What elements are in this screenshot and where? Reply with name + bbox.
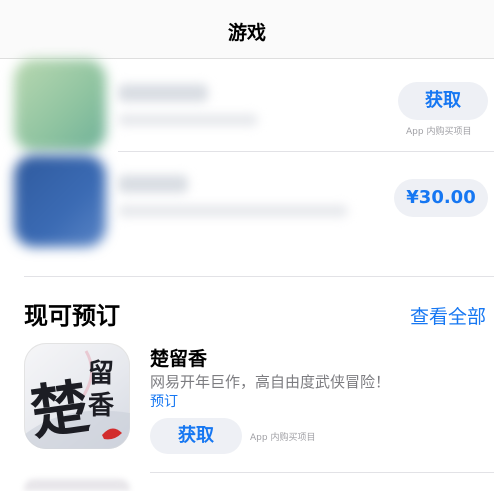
app-row-1-title-blur <box>118 84 208 102</box>
app-row-1-icon <box>14 59 106 151</box>
in-app-purchase-note: App 内购买项目 <box>250 433 316 443</box>
section-separator <box>24 276 494 277</box>
app-row-2-sub-blur <box>118 205 348 217</box>
nav-header: 游戏 <box>0 0 494 59</box>
netease-logo-icon <box>102 428 122 440</box>
get-button[interactable]: 获取 <box>150 418 242 454</box>
section-title: 现可预订 <box>24 302 120 330</box>
app-row-1-sub-blur <box>118 114 258 126</box>
bottom-separator <box>150 472 494 473</box>
next-row-peek <box>24 479 130 491</box>
app-name[interactable]: 楚留香 <box>150 344 207 371</box>
app-subtitle: 网易开年巨作，高自由度武侠冒险！ <box>150 373 391 391</box>
app-row-2-title-blur <box>118 175 188 193</box>
in-app-purchase-note-row-1: App 内购买项目 <box>406 127 472 137</box>
row-separator-1 <box>118 151 494 152</box>
app-row-2-icon <box>14 155 106 247</box>
preorder-label: 预订 <box>150 394 178 410</box>
app-icon-glyph-bottom: 香 <box>88 391 115 421</box>
get-button-row-1[interactable]: 获取 <box>398 82 488 120</box>
page-title: 游戏 <box>227 22 266 44</box>
app-icon[interactable]: 楚 留 香 <box>24 343 130 449</box>
see-all-link[interactable]: 查看全部 <box>410 302 486 329</box>
price-button-row-2[interactable]: ¥30.00 <box>394 179 488 217</box>
app-icon-glyph-large: 楚 <box>26 372 94 448</box>
